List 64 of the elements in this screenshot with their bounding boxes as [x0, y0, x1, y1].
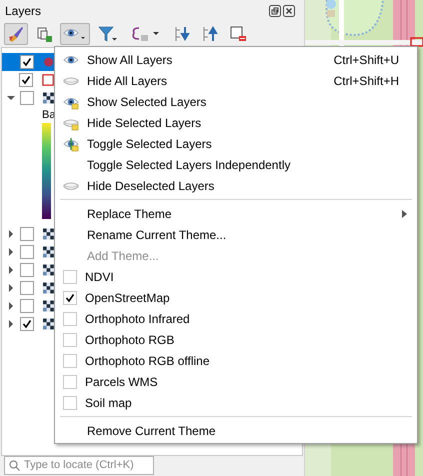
menu-item[interactable]: Soil map	[55, 392, 417, 413]
filter-icon	[97, 25, 119, 43]
menu-item[interactable]: Toggle Selected Layers	[55, 133, 417, 154]
submenu-arrow-icon	[402, 210, 407, 218]
checkbox[interactable]	[20, 55, 34, 69]
eye-icon	[63, 136, 79, 152]
menu-item[interactable]: NDVI	[55, 266, 417, 287]
paintbrush-icon	[7, 25, 25, 43]
raster-icon	[43, 246, 54, 258]
checkbox[interactable]	[63, 354, 77, 368]
remove-layer-icon	[229, 25, 247, 43]
point-symbol-icon	[43, 56, 54, 68]
raster-icon	[43, 318, 54, 330]
menu-item[interactable]: Hide All Layers Ctrl+Shift+H	[55, 70, 417, 91]
menu-item[interactable]: Show All Layers Ctrl+Shift+U	[55, 49, 417, 70]
raster-icon	[43, 282, 54, 294]
expand-arrow-icon[interactable]	[7, 230, 16, 238]
checkbox[interactable]	[63, 332, 77, 346]
checkbox[interactable]	[20, 299, 34, 313]
raster-icon	[43, 300, 54, 312]
raster-icon	[43, 228, 54, 240]
checkbox[interactable]	[20, 281, 34, 295]
float-icon[interactable]	[269, 5, 281, 17]
expand-arrow-icon[interactable]	[7, 302, 16, 310]
menu-item[interactable]: Orthophoto RGB	[55, 329, 417, 350]
menu-item[interactable]: Rename Current Theme...	[55, 224, 417, 245]
menu-item[interactable]: Replace Theme	[55, 203, 417, 224]
checkbox[interactable]	[19, 73, 34, 87]
expand-all-icon	[173, 25, 191, 43]
checkbox[interactable]	[20, 263, 34, 277]
close-icon[interactable]	[283, 5, 295, 17]
menu-item[interactable]: Orthophoto Infrared	[55, 308, 417, 329]
toolbar-button[interactable]	[4, 23, 28, 45]
menu-item[interactable]: Orthophoto RGB offline	[55, 350, 417, 371]
expand-arrow-icon[interactable]	[7, 284, 16, 292]
checkbox[interactable]	[63, 374, 77, 388]
search-field[interactable]: Type to locate (Ctrl+K)	[4, 456, 154, 475]
checkbox[interactable]	[63, 290, 77, 304]
panel-title: Layers	[5, 3, 42, 20]
menu-item[interactable]: Toggle Selected Layers Independently	[55, 154, 417, 175]
menu-item[interactable]: Parcels WMS	[55, 371, 417, 392]
search-icon	[9, 460, 20, 471]
layer-row[interactable]	[2, 53, 54, 71]
checkbox[interactable]	[20, 245, 34, 259]
menu-item[interactable]: OpenStreetMap	[55, 287, 417, 308]
checkbox[interactable]	[20, 227, 34, 241]
expand-arrow-icon[interactable]	[7, 266, 16, 274]
checkbox[interactable]	[63, 312, 77, 326]
expand-arrow-icon[interactable]	[7, 94, 16, 102]
checkbox[interactable]	[63, 396, 77, 410]
menu-item[interactable]: Remove Current Theme	[55, 420, 417, 441]
expand-arrow-icon[interactable]	[7, 320, 16, 328]
menu-item[interactable]: Hide Selected Layers	[55, 112, 417, 133]
collapse-all-icon	[201, 25, 219, 43]
menu-item[interactable]: Show Selected Layers	[55, 91, 417, 112]
add-group-icon	[35, 25, 53, 43]
checkbox[interactable]	[20, 317, 34, 331]
raster-icon	[43, 92, 54, 104]
checkbox[interactable]	[63, 270, 77, 284]
raster-icon	[43, 264, 54, 276]
toolbar-button[interactable]	[60, 23, 90, 45]
expand-arrow-icon[interactable]	[7, 248, 16, 256]
checkbox[interactable]	[20, 91, 34, 105]
menu-item[interactable]: Hide Deselected Layers	[55, 175, 417, 196]
